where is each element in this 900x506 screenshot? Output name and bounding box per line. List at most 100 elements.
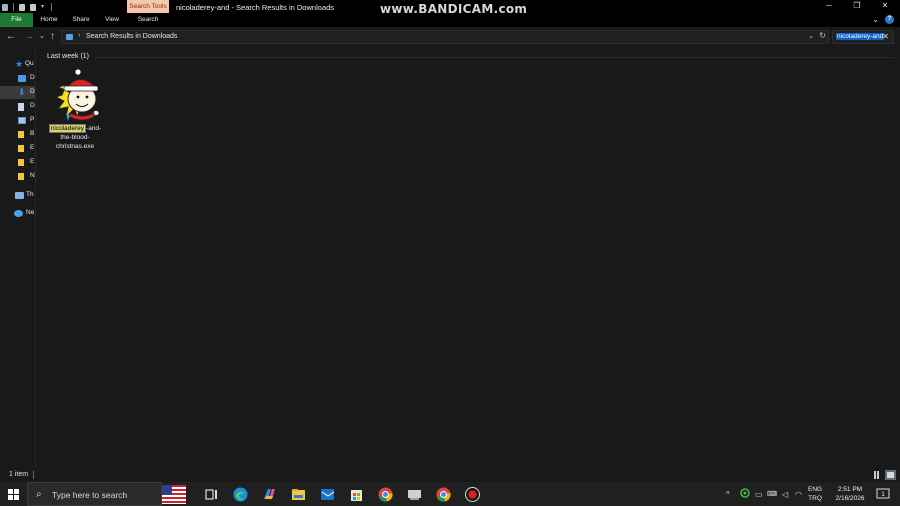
search-box[interactable]: nicoladerey-and ✕	[832, 30, 894, 44]
sidebar-item-downloads[interactable]: ⬇ D	[0, 86, 35, 99]
task-view-icon[interactable]	[203, 486, 220, 503]
new-folder-icon[interactable]	[30, 3, 36, 11]
explorer-icon[interactable]	[2, 3, 8, 11]
refresh-icon[interactable]: ↻	[819, 31, 826, 40]
address-dropdown-icon[interactable]: ⌄	[808, 32, 814, 40]
chevron-down-icon[interactable]: ⌄	[872, 15, 879, 24]
customize-toolbar-icon[interactable]: ▾	[41, 4, 46, 10]
breadcrumb-chevron-icon[interactable]: ›	[78, 32, 80, 39]
this-pc-icon	[15, 192, 24, 199]
sidebar-item-documents[interactable]: D	[0, 100, 35, 113]
toolbar-divider	[51, 3, 52, 11]
ime-icon[interactable]: ⌨	[767, 490, 777, 498]
clock-date: 2/16/2026	[835, 495, 865, 502]
folder-icon	[18, 131, 24, 138]
sidebar-item-label: D	[30, 88, 35, 95]
display-icon[interactable]: ▭	[755, 490, 763, 499]
file-explorer-icon[interactable]	[290, 486, 307, 503]
sidebar-item-label: E	[30, 158, 35, 165]
sidebar-item-label: P	[30, 116, 35, 123]
back-arrow-icon[interactable]: ←	[6, 30, 16, 44]
pictures-icon	[18, 117, 26, 124]
sidebar-item-label: D	[30, 74, 35, 81]
status-indicator-icon[interactable]	[740, 488, 750, 500]
group-header[interactable]: Last week (1)	[47, 53, 89, 60]
file-item[interactable]: nicoladerey -and- the-blood- christnas.ex…	[44, 67, 106, 157]
documents-icon	[18, 103, 24, 111]
sidebar-item-label: Th	[26, 191, 34, 198]
sidebar-item-folder[interactable]: E	[0, 156, 35, 169]
search-input[interactable]: Type here to search	[52, 490, 127, 500]
tab-view[interactable]: View	[100, 13, 124, 27]
microsoft-store-icon[interactable]	[348, 486, 365, 503]
sidebar-item-label: D	[30, 102, 35, 109]
windows-start-icon[interactable]	[8, 489, 19, 500]
taskbar-search[interactable]: ⌕ Type here to search	[27, 482, 162, 506]
sidebar-item-network[interactable]: Ne	[0, 207, 35, 220]
sidebar-item-folder[interactable]: B	[0, 128, 35, 141]
sidebar-item-desktop[interactable]: D	[0, 72, 35, 85]
sidebar-item-folder[interactable]: E	[0, 142, 35, 155]
address-bar[interactable]: › Search Results in Downloads ⌄ ↻	[61, 30, 829, 44]
sidebar-item-label: E	[30, 144, 35, 151]
sidebar-item-label: B	[30, 130, 35, 137]
properties-icon[interactable]	[19, 3, 25, 11]
sidebar-item-this-pc[interactable]: Th	[0, 189, 35, 202]
chrome-icon[interactable]	[435, 486, 452, 503]
tab-file[interactable]: File	[0, 13, 33, 27]
file-name[interactable]: nicoladerey -and- the-blood- christnas.ex…	[44, 124, 106, 151]
copilot-icon[interactable]	[261, 486, 278, 503]
sidebar-item-label: Qu	[25, 60, 34, 67]
bandicam-record-icon[interactable]	[464, 486, 481, 503]
search-icon: ⌕	[36, 489, 42, 500]
edge-browser-icon[interactable]	[232, 486, 249, 503]
tab-search[interactable]: Search	[133, 13, 163, 27]
outlook-icon[interactable]	[319, 486, 336, 503]
search-input[interactable]: nicoladerey-and	[836, 33, 885, 40]
window-title: nicoladerey-and - Search Results in Down…	[176, 3, 334, 12]
up-arrow-icon[interactable]: ↑	[50, 30, 55, 44]
recent-locations-chevron-icon[interactable]: ⌄	[39, 30, 45, 44]
sidebar-item-quick-access[interactable]: ★ Qu	[0, 58, 35, 71]
notification-count: 1	[881, 492, 885, 498]
status-divider	[33, 471, 34, 479]
toolbar-divider	[13, 3, 14, 11]
file-name-part: the-blood-	[60, 134, 90, 141]
status-bar: 1 item	[0, 468, 900, 482]
exe-character-icon	[54, 68, 100, 121]
show-hidden-icons-chevron[interactable]: ^	[726, 490, 730, 499]
breadcrumb[interactable]: Search Results in Downloads	[86, 33, 177, 40]
taskbar: ⌕ Type here to search ^ ▭ ⌨ ◁ ◠ ENG TRQ …	[0, 482, 900, 506]
speaker-icon[interactable]: ◁	[782, 490, 788, 499]
chrome-icon[interactable]	[377, 486, 394, 503]
notification-center-icon[interactable]: 1	[876, 487, 890, 501]
system-clock[interactable]: 2:51 PM 2/16/2026	[830, 485, 870, 503]
search-folder-icon	[66, 34, 73, 40]
file-name-part: christnas.exe	[55, 143, 95, 150]
minimize-button[interactable]: ─	[815, 0, 843, 13]
large-icons-view-icon[interactable]	[885, 470, 896, 480]
folder-icon	[18, 173, 24, 180]
help-icon[interactable]: ?	[885, 15, 894, 24]
tab-share[interactable]: Share	[68, 13, 94, 27]
navigation-bar: ← → ⌄ ↑ › Search Results in Downloads ⌄ …	[0, 27, 900, 47]
language-indicator[interactable]: ENG TRQ	[808, 485, 822, 503]
folder-icon	[18, 145, 24, 152]
search-tools-context-tab[interactable]: Search Tools	[127, 0, 169, 13]
group-divider	[94, 57, 894, 58]
virtual-machine-icon[interactable]	[406, 486, 423, 503]
details-view-icon[interactable]	[871, 470, 882, 480]
wifi-icon[interactable]: ◠	[795, 490, 802, 499]
navigation-pane: ★ Qu D ⬇ D D P B E E N Th Ne	[0, 47, 35, 468]
clock-time: 2:51 PM	[837, 486, 863, 493]
forward-arrow-icon[interactable]: →	[24, 30, 34, 44]
close-button[interactable]: ✕	[871, 0, 899, 13]
sidebar-item-pictures[interactable]: P	[0, 114, 35, 127]
maximize-button[interactable]: ❐	[843, 0, 871, 13]
network-icon	[14, 210, 23, 217]
us-flag-icon[interactable]	[162, 485, 186, 504]
desktop-folder-icon	[18, 75, 26, 82]
clear-search-icon[interactable]: ✕	[882, 32, 889, 41]
tab-home[interactable]: Home	[36, 13, 62, 27]
sidebar-item-folder[interactable]: N	[0, 170, 35, 183]
